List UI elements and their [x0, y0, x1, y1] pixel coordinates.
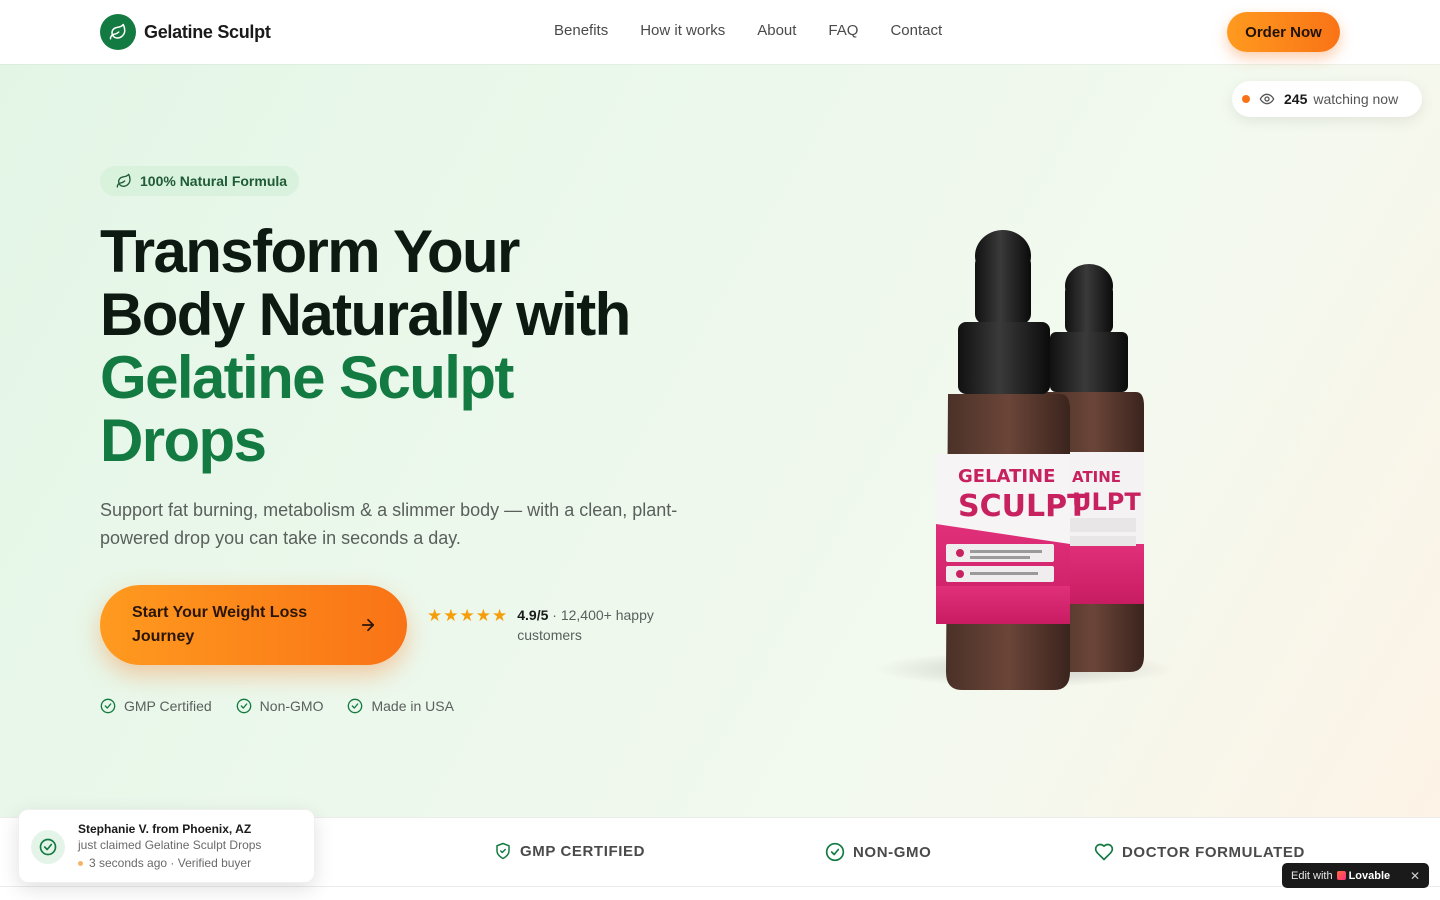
edit-with-lovable-badge[interactable]: Edit with Lovable ✕ — [1282, 863, 1429, 888]
top-navbar: Gelatine Sculpt Benefits How it works Ab… — [0, 0, 1440, 64]
toast-meta: 3 seconds ago · Verified buyer — [78, 856, 251, 870]
check-circle-icon — [347, 698, 363, 714]
live-dot-icon — [1242, 95, 1250, 103]
hero-headline: Transform Your Body Naturally with Gelat… — [100, 220, 700, 472]
front-label-top: GELATINE — [958, 466, 1055, 487]
order-now-button[interactable]: Order Now — [1227, 12, 1340, 52]
status-dot-icon — [78, 860, 83, 866]
toast-action: just claimed Gelatine Sculpt Drops — [78, 838, 262, 852]
check-circle-icon — [825, 842, 845, 862]
check-circle-icon — [100, 698, 116, 714]
viewer-label: watching now — [1313, 91, 1399, 107]
start-journey-button[interactable]: Start Your Weight Loss Journey — [100, 585, 407, 665]
trust-non-gmo: NON-GMO — [825, 842, 931, 862]
brand-name: Gelatine Sculpt — [144, 21, 271, 42]
badge-label: Non-GMO — [259, 698, 324, 714]
cta-label: Start Your Weight Loss Journey — [132, 604, 308, 645]
brand[interactable]: Gelatine Sculpt — [100, 14, 271, 50]
nav-link-benefits[interactable]: Benefits — [554, 22, 608, 39]
trust-label: DOCTOR FORMULATED — [1122, 843, 1305, 861]
nav-link-about[interactable]: About — [757, 22, 796, 39]
natural-formula-pill: 100% Natural Formula — [100, 166, 300, 196]
arrow-right-icon — [359, 616, 377, 634]
lovable-brand-text: Lovable — [1348, 869, 1391, 882]
star-icon: ★ — [475, 606, 491, 625]
back-label-top: ATINE — [1072, 468, 1121, 486]
badge-non-gmo: Non-GMO — [236, 698, 324, 714]
leaf-logo-icon — [100, 14, 136, 50]
badge-label: GMP Certified — [124, 698, 212, 714]
nav-link-how-it-works[interactable]: How it works — [640, 22, 725, 39]
live-viewers-badge: 245 watching now — [1232, 81, 1422, 117]
rating-text: 4.9/5 · 12,400+ happy customers — [517, 605, 677, 645]
trust-label: GMP CERTIFIED — [520, 842, 646, 860]
rating-score: 4.9/5 — [517, 607, 549, 623]
product-image: ATINE ULPT GELATINE SCULPT — [860, 214, 1190, 694]
headline-line-1: Transform Your — [100, 218, 520, 285]
recent-purchase-toast[interactable]: Stephanie V. from Phoenix, AZ just claim… — [18, 809, 315, 883]
trust-badges: GMP Certified Non-GMO Made in USA — [100, 698, 454, 714]
star-icon: ★ — [443, 606, 459, 625]
lovable-heart-icon — [1336, 871, 1346, 880]
badge-label: Made in USA — [371, 698, 454, 714]
toast-meta-text: 3 seconds ago · Verified buyer — [89, 856, 252, 870]
nav-link-faq[interactable]: FAQ — [828, 22, 858, 39]
star-icon: ★ — [492, 606, 508, 625]
leaf-icon — [116, 173, 132, 189]
star-icon: ★ — [427, 606, 443, 625]
hero-section: 245 watching now 100% Natural Formula Tr… — [0, 64, 1440, 817]
pill-label: 100% Natural Formula — [140, 173, 288, 189]
customer-rating: ★ ★ ★ ★ ★ 4.9/5 · 12,400+ happy customer… — [427, 605, 677, 645]
viewer-count: 245 — [1284, 91, 1308, 107]
close-icon[interactable]: ✕ — [1410, 869, 1420, 883]
lovable-brand: Lovable — [1336, 869, 1391, 882]
trust-label: NON-GMO — [853, 843, 932, 861]
headline-line-2: Body Naturally with — [100, 281, 631, 348]
toast-buyer-name: Stephanie V. from Phoenix, AZ — [78, 822, 252, 836]
badge-made-in-usa: Made in USA — [347, 698, 454, 714]
front-label-main: SCULPT — [958, 489, 1088, 524]
lovable-prefix: Edit with — [1291, 869, 1333, 882]
headline-highlight-2: Drops — [100, 407, 267, 474]
rating-stars: ★ ★ ★ ★ ★ — [427, 606, 507, 626]
badge-gmp: GMP Certified — [100, 698, 212, 714]
check-circle-icon — [31, 830, 65, 864]
check-circle-icon — [236, 698, 252, 714]
nav-link-contact[interactable]: Contact — [890, 22, 942, 39]
hero-subtext: Support fat burning, metabolism & a slim… — [100, 500, 678, 548]
nav-links: Benefits How it works About FAQ Contact — [554, 22, 974, 39]
heart-icon — [1094, 842, 1114, 862]
shield-check-icon — [494, 842, 512, 860]
trust-gmp-certified: GMP CERTIFIED — [494, 842, 645, 860]
eye-icon — [1259, 91, 1275, 107]
star-icon: ★ — [459, 606, 475, 625]
headline-highlight-1: Gelatine Sculpt — [100, 344, 514, 411]
trust-doctor-formulated: DOCTOR FORMULATED — [1094, 842, 1305, 862]
